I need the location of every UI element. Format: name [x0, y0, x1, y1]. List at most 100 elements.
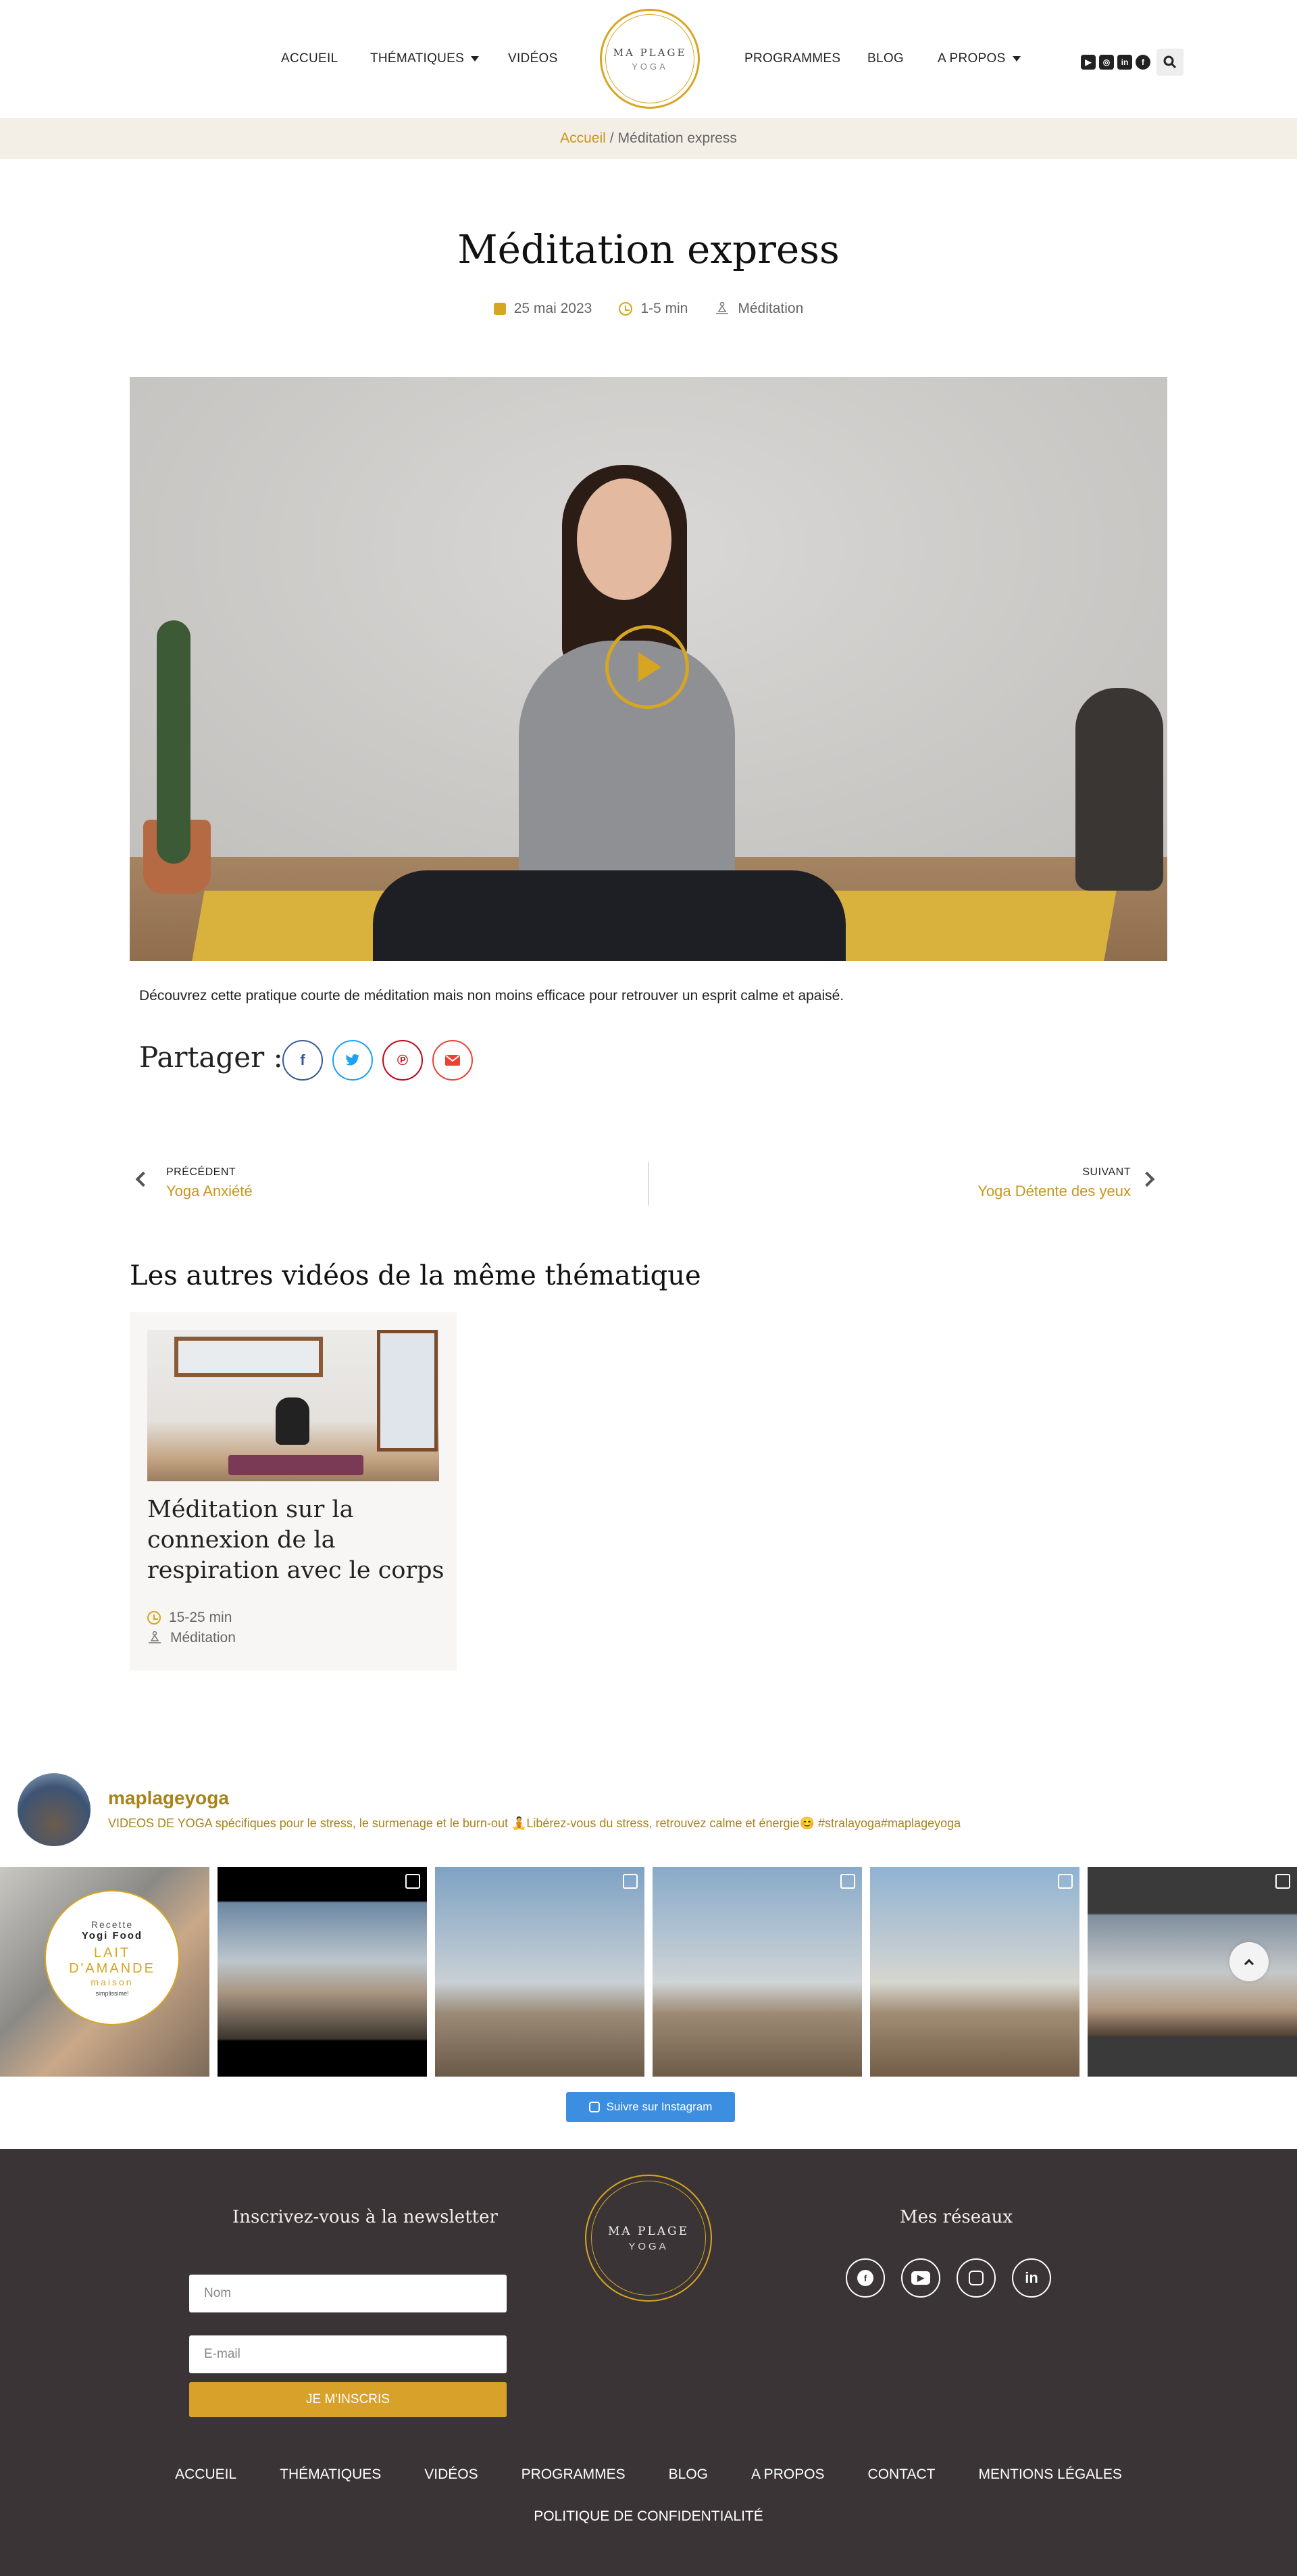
meditation-icon	[716, 302, 729, 314]
instagram-icon	[969, 2271, 984, 2285]
twitter-icon	[345, 1054, 359, 1066]
instagram-avatar[interactable]	[18, 1773, 91, 1846]
share-twitter-button[interactable]	[332, 1040, 373, 1081]
footer-youtube-button[interactable]: ▶	[901, 2258, 940, 2298]
instagram-icon[interactable]: ◎	[1099, 55, 1114, 70]
newsletter-submit-button[interactable]: Je m'inscris	[189, 2382, 507, 2417]
related-video-card[interactable]: Méditation sur la connexion de la respir…	[130, 1312, 457, 1670]
instagram-post-label: Recette Yogi Food LAIT D'AMANDE maison s…	[45, 1890, 180, 2025]
clock-icon	[147, 1611, 161, 1625]
next-post-link[interactable]: SUIVANT Yoga Détente des yeux	[977, 1166, 1131, 1200]
footer-nav-blog[interactable]: Blog	[669, 2467, 708, 2483]
pinterest-icon: ℗	[397, 1051, 409, 1068]
search-button[interactable]	[1156, 49, 1184, 76]
breadcrumb-separator: /	[609, 130, 614, 146]
header-socials: ▶ ◎ in f	[1081, 49, 1184, 76]
instagram-post[interactable]	[218, 1867, 427, 2077]
breadcrumb: Accueil / Méditation express	[0, 118, 1297, 159]
play-icon	[638, 652, 661, 682]
linkedin-icon[interactable]: in	[1117, 55, 1132, 70]
chevron-left-icon	[135, 1171, 151, 1187]
share-pinterest-button[interactable]: ℗	[382, 1040, 423, 1081]
share-facebook-button[interactable]: f	[282, 1040, 323, 1081]
calendar-icon	[493, 303, 506, 315]
search-icon	[1163, 55, 1177, 69]
instagram-bio: VIDEOS DE YOGA spécifiques pour le stres…	[108, 1816, 961, 1830]
footer-logo[interactable]: MA PLAGE YOGA	[585, 2175, 712, 2302]
post-meta: 25 mai 2023 1-5 min Méditation	[0, 301, 1297, 317]
logo-line1: MA PLAGE	[613, 46, 687, 59]
chevron-down-icon	[1012, 56, 1021, 61]
chevron-right-icon	[1139, 1171, 1155, 1187]
chevron-up-icon	[1244, 1958, 1254, 1968]
post-category: Méditation	[715, 301, 803, 317]
nav-accueil[interactable]: Accueil	[281, 51, 338, 66]
nav-programmes[interactable]: Programmes	[744, 51, 840, 66]
nav-thematiques[interactable]: Thématiques	[370, 51, 480, 66]
instagram-follow-button[interactable]: Suivre sur Instagram	[566, 2092, 735, 2122]
breadcrumb-current: Méditation express	[617, 130, 737, 146]
related-heading: Les autres vidéos de la même thématique	[130, 1260, 701, 1291]
related-video-title: Méditation sur la connexion de la respir…	[147, 1496, 444, 1584]
email-icon	[445, 1055, 460, 1066]
footer-nav-mentions-legales[interactable]: Mentions légales	[978, 2467, 1121, 2483]
footer-nav: Accueil Thématiques Vidéos Programmes Bl…	[0, 2467, 1297, 2483]
footer-instagram-button[interactable]	[957, 2258, 996, 2298]
youtube-icon: ▶	[911, 2271, 930, 2285]
breadcrumb-home[interactable]: Accueil	[560, 130, 606, 147]
footer-nav-thematiques[interactable]: Thématiques	[280, 2467, 381, 2483]
related-video-duration: 15-25 min	[147, 1610, 232, 1626]
nav-a-propos[interactable]: A propos	[938, 51, 1021, 66]
instagram-icon	[588, 2102, 600, 2112]
play-button[interactable]	[605, 625, 689, 709]
carousel-icon	[405, 1874, 420, 1889]
related-video-category: Méditation	[147, 1630, 236, 1646]
post-date: 25 mai 2023	[493, 301, 592, 317]
chevron-down-icon	[471, 56, 480, 61]
nav-videos[interactable]: Vidéos	[508, 51, 558, 66]
footer-facebook-button[interactable]: f	[846, 2258, 885, 2298]
share-email-button[interactable]	[432, 1040, 473, 1081]
meditation-icon	[149, 1631, 161, 1643]
instagram-post[interactable]	[653, 1867, 862, 2077]
nav-blog[interactable]: Blog	[867, 51, 904, 66]
newsletter-name-input[interactable]	[189, 2275, 507, 2312]
logo-line2: YOGA	[632, 61, 668, 72]
footer-nav-contact[interactable]: Contact	[868, 2467, 936, 2483]
newsletter-email-input[interactable]	[189, 2335, 507, 2373]
instagram-post[interactable]	[870, 1867, 1079, 2077]
facebook-icon: f	[857, 2270, 873, 2286]
footer-nav-privacy[interactable]: Politique de confidentialité	[0, 2508, 1297, 2525]
previous-post-link[interactable]: PRÉCÉDENT Yoga Anxiété	[166, 1166, 253, 1200]
facebook-icon: f	[300, 1051, 305, 1068]
carousel-icon	[1275, 1874, 1290, 1889]
footer-nav-videos[interactable]: Vidéos	[424, 2467, 478, 2483]
newsletter-heading: Inscrivez-vous à la newsletter	[232, 2207, 498, 2227]
carousel-icon	[1058, 1874, 1073, 1889]
page-title: Méditation express	[457, 226, 840, 272]
instagram-post[interactable]: Recette Yogi Food LAIT D'AMANDE maison s…	[0, 1867, 209, 2077]
related-video-thumbnail	[147, 1330, 439, 1481]
networks-heading: Mes réseaux	[900, 2207, 1013, 2227]
pagination-divider	[648, 1162, 649, 1206]
footer-linkedin-button[interactable]: in	[1012, 2258, 1051, 2298]
footer-nav-programmes[interactable]: Programmes	[522, 2467, 626, 2483]
video-player[interactable]	[130, 377, 1167, 961]
footer-nav-accueil[interactable]: Accueil	[175, 2467, 236, 2483]
clock-icon	[619, 302, 633, 316]
youtube-icon[interactable]: ▶	[1081, 55, 1096, 70]
footer-logo-line1: MA PLAGE	[607, 2224, 690, 2238]
facebook-icon[interactable]: f	[1136, 55, 1150, 70]
linkedin-icon: in	[1025, 2269, 1038, 2286]
footer-nav-a-propos[interactable]: A propos	[751, 2467, 825, 2483]
footer-logo-line2: YOGA	[628, 2240, 669, 2252]
site-footer: Inscrivez-vous à la newsletter Je m'insc…	[0, 2149, 1297, 2576]
instagram-username[interactable]: maplageyoga	[108, 1787, 229, 1809]
scroll-to-top-button[interactable]	[1229, 1942, 1269, 1981]
site-logo[interactable]: MA PLAGE YOGA	[600, 9, 700, 109]
carousel-icon	[623, 1874, 638, 1889]
post-description: Découvrez cette pratique courte de médit…	[139, 988, 844, 1004]
site-header: Accueil Thématiques Vidéos MA PLAGE YOGA…	[0, 0, 1297, 118]
instagram-post[interactable]	[435, 1867, 644, 2077]
carousel-icon	[840, 1874, 855, 1889]
